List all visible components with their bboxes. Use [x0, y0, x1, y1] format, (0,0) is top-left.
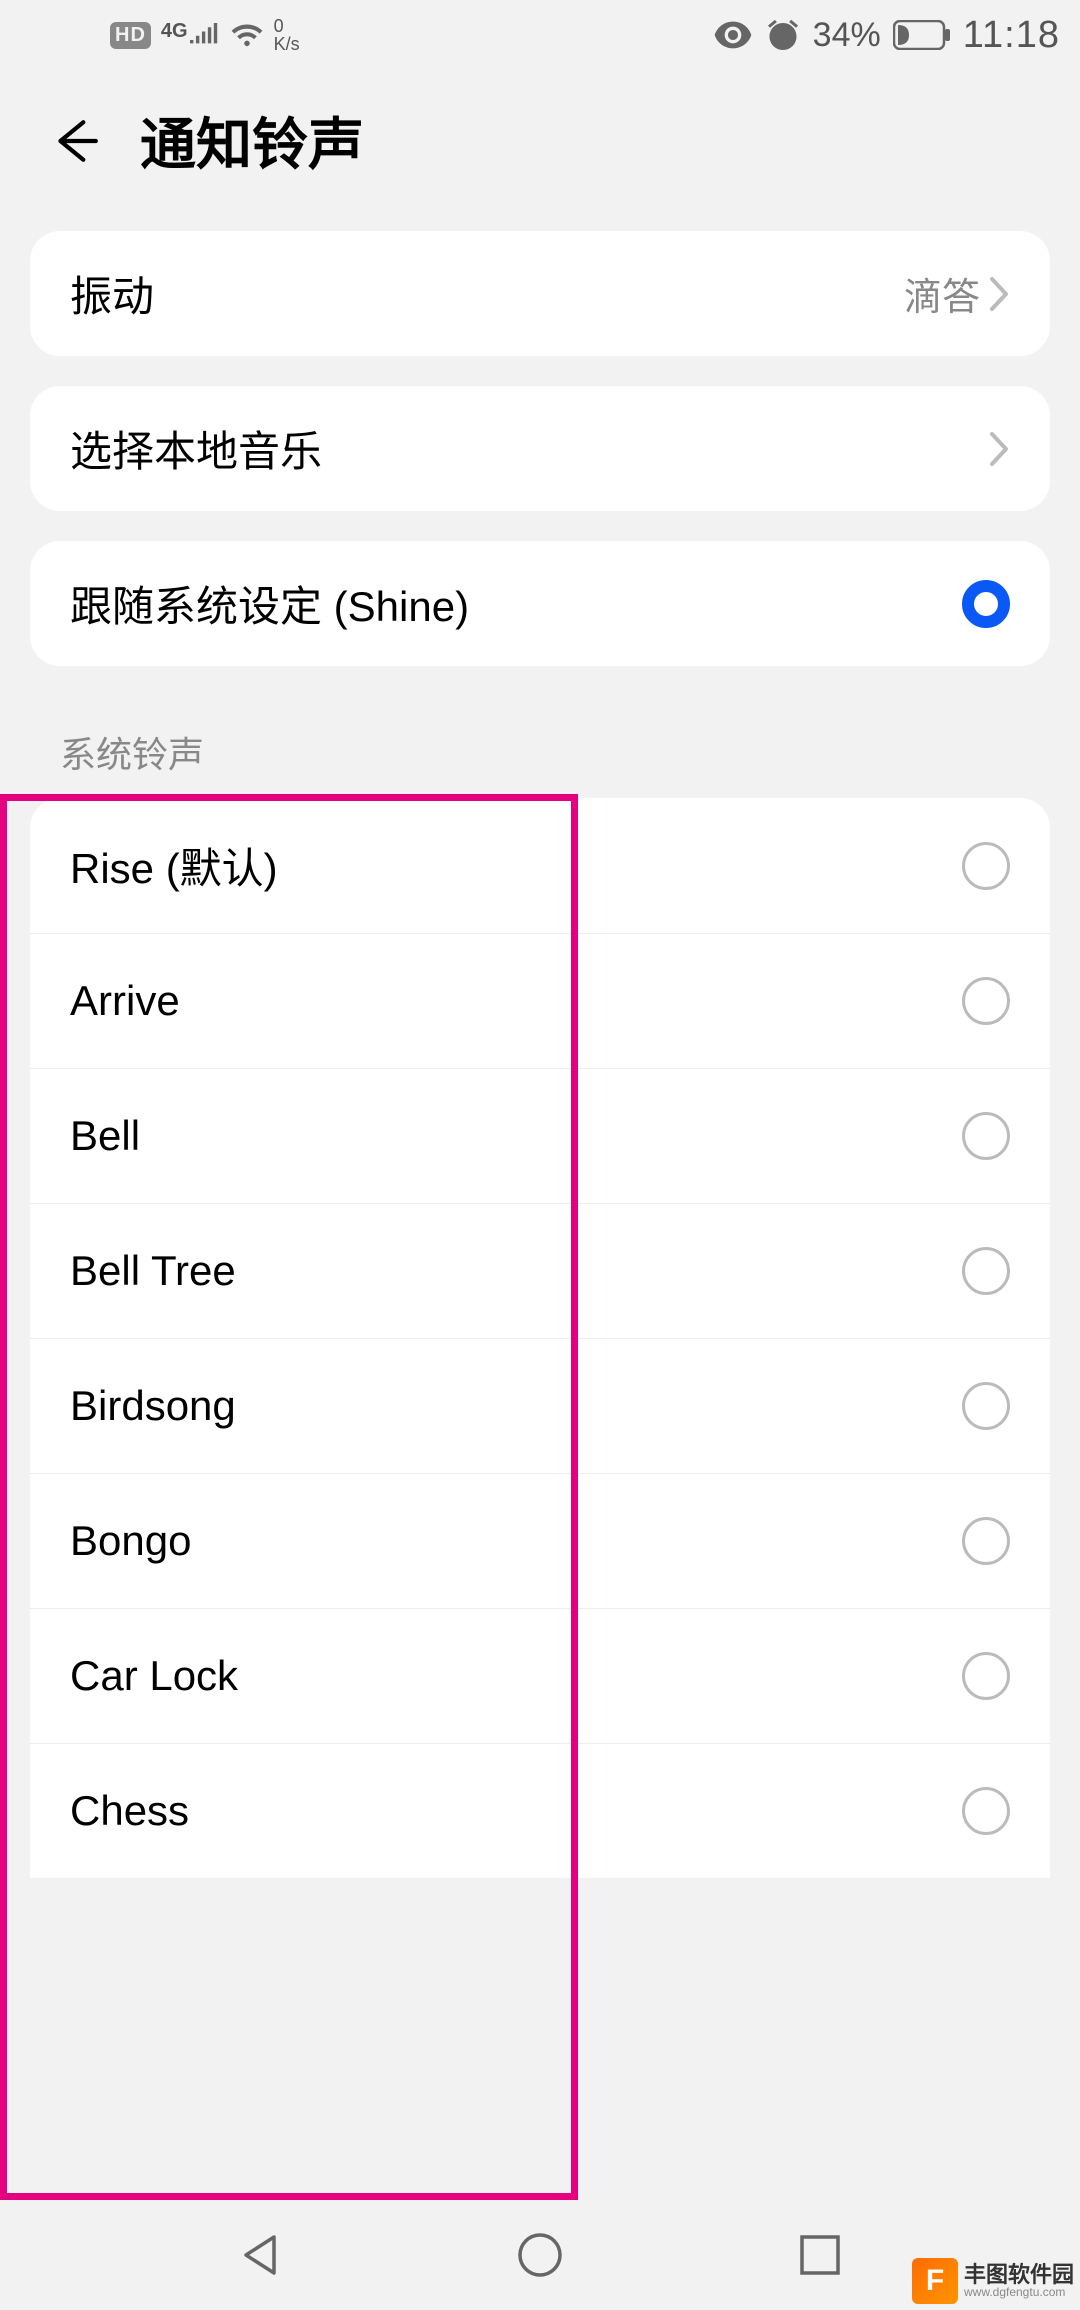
- signal-group: 4G: [161, 23, 220, 47]
- battery-icon: [893, 20, 951, 50]
- ringtone-row[interactable]: Birdsong: [30, 1338, 1050, 1473]
- nav-home-icon[interactable]: [514, 2229, 566, 2281]
- speed-value: 0: [274, 17, 284, 35]
- back-icon[interactable]: [50, 116, 100, 166]
- radio-empty-icon[interactable]: [962, 1652, 1010, 1700]
- battery-percentage: 34%: [813, 16, 881, 55]
- watermark-name: 丰图软件园: [964, 2264, 1074, 2286]
- ringtone-row[interactable]: Bongo: [30, 1473, 1050, 1608]
- ringtone-row[interactable]: Rise (默认): [30, 798, 1050, 933]
- radio-empty-icon[interactable]: [962, 1112, 1010, 1160]
- ringtone-label: Arrive: [70, 977, 180, 1025]
- network-speed: 0 K/s: [274, 17, 300, 53]
- chevron-right-icon: [988, 275, 1010, 313]
- local-music-card: 选择本地音乐: [30, 386, 1050, 511]
- section-header: 系统铃声: [0, 696, 1080, 798]
- page-title: 通知铃声: [140, 100, 364, 181]
- radio-empty-icon[interactable]: [962, 1382, 1010, 1430]
- ringtone-label: Bell: [70, 1112, 140, 1160]
- status-right: 34% 11:18: [713, 14, 1060, 57]
- watermark-url: www.dgfengtu.com: [964, 2286, 1074, 2298]
- speed-unit: K/s: [274, 35, 300, 53]
- ringtone-label: Birdsong: [70, 1382, 236, 1430]
- ringtone-label: Car Lock: [70, 1652, 238, 1700]
- follow-system-row[interactable]: 跟随系统设定 (Shine): [30, 541, 1050, 666]
- network-type-label: 4G: [161, 23, 188, 39]
- ringtone-row[interactable]: Bell Tree: [30, 1203, 1050, 1338]
- ringtone-label: Bongo: [70, 1517, 191, 1565]
- local-music-row[interactable]: 选择本地音乐: [30, 386, 1050, 511]
- vibration-row[interactable]: 振动 滴答: [30, 231, 1050, 356]
- radio-empty-icon[interactable]: [962, 1517, 1010, 1565]
- watermark-logo-icon: F: [912, 2258, 958, 2304]
- radio-empty-icon[interactable]: [962, 1247, 1010, 1295]
- wifi-icon: [230, 21, 264, 49]
- radio-empty-icon[interactable]: [962, 1787, 1010, 1835]
- vibration-value-group: 滴答: [904, 266, 1010, 321]
- radio-selected-icon[interactable]: [962, 580, 1010, 628]
- ringtone-row[interactable]: Chess: [30, 1743, 1050, 1878]
- follow-system-card: 跟随系统设定 (Shine): [30, 541, 1050, 666]
- status-bar: HD 4G 0 K/s 34% 11:18: [0, 0, 1080, 70]
- local-music-chevron-group: [988, 430, 1010, 468]
- ringtone-row[interactable]: Arrive: [30, 933, 1050, 1068]
- local-music-label: 选择本地音乐: [70, 418, 322, 479]
- ringtone-row[interactable]: Car Lock: [30, 1608, 1050, 1743]
- radio-empty-icon[interactable]: [962, 842, 1010, 890]
- ringtone-label: Rise (默认): [70, 835, 278, 896]
- ringtone-row[interactable]: Bell: [30, 1068, 1050, 1203]
- nav-back-icon[interactable]: [234, 2229, 286, 2281]
- hd-icon: HD: [110, 22, 151, 49]
- eye-icon: [713, 21, 753, 49]
- watermark: F 丰图软件园 www.dgfengtu.com: [912, 2258, 1074, 2304]
- alarm-icon: [765, 17, 801, 53]
- radio-empty-icon[interactable]: [962, 977, 1010, 1025]
- page-header: 通知铃声: [0, 70, 1080, 231]
- watermark-text: 丰图软件园 www.dgfengtu.com: [964, 2264, 1074, 2298]
- ringtone-list: Rise (默认) Arrive Bell Bell Tree Birdsong…: [30, 798, 1050, 1878]
- follow-system-label: 跟随系统设定 (Shine): [70, 573, 469, 634]
- vibration-value: 滴答: [904, 266, 980, 321]
- status-left: HD 4G 0 K/s: [110, 17, 300, 53]
- nav-recent-icon[interactable]: [794, 2229, 846, 2281]
- ringtone-label: Bell Tree: [70, 1247, 236, 1295]
- vibration-card: 振动 滴答: [30, 231, 1050, 356]
- clock-time: 11:18: [963, 14, 1060, 57]
- vibration-label: 振动: [70, 263, 154, 324]
- ringtone-label: Chess: [70, 1787, 189, 1835]
- chevron-right-icon: [988, 430, 1010, 468]
- signal-icon: [190, 23, 220, 47]
